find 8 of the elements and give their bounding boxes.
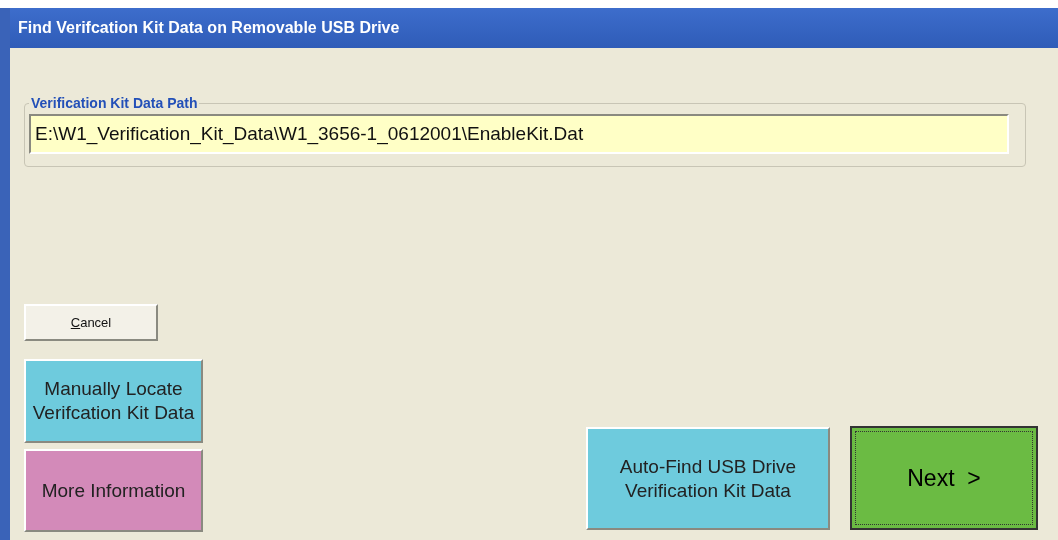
path-field[interactable]: E:\W1_Verification_Kit_Data\W1_3656-1_0612001\EnableKit.Dat (29, 114, 1009, 154)
cancel-button[interactable]: Cancel (24, 304, 158, 341)
more-information-button[interactable]: More Information (24, 449, 203, 532)
group-label: Verification Kit Data Path (30, 94, 199, 113)
auto-find-button[interactable]: Auto-Find USB Drive Verification Kit Data (586, 427, 830, 530)
window-title: Find Verifcation Kit Data on Removable USB Drive (10, 8, 1058, 48)
next-button[interactable]: Next > (850, 426, 1038, 530)
manual-locate-button[interactable]: Manually Locate Verifcation Kit Data (24, 359, 203, 443)
